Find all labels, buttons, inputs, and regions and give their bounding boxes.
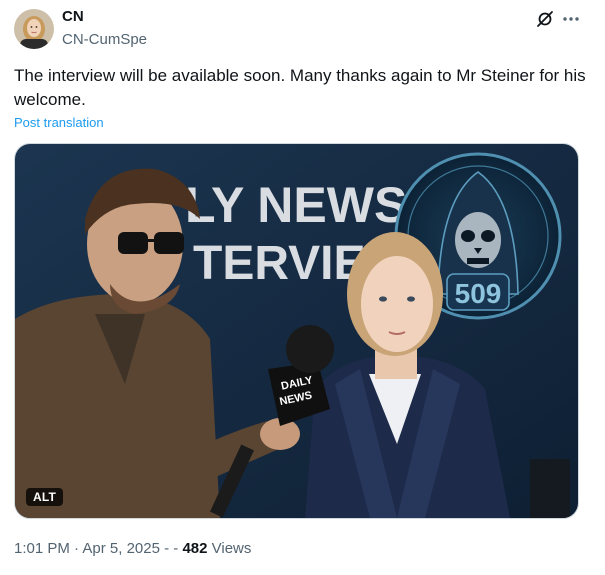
tweet-date[interactable]: Apr 5, 2025 [82,540,160,557]
interview-photo: LY NEWS TERVIEW 509 DAILY NEWS [15,144,578,518]
meta-separator-2: - - [159,540,183,557]
tweet-meta: 1:01 PM · Apr 5, 2025 - - 482 Views [14,540,251,557]
tweet: CN CN-CumSpe The interview will be avail… [0,0,605,575]
grok-icon[interactable] [534,8,556,30]
tweet-text: The interview will be available soon. Ma… [14,66,586,109]
views-count: 482 [182,540,208,557]
alt-badge[interactable]: ALT [26,488,64,506]
more-icon[interactable] [560,8,582,30]
banner-line1: LY NEWS [185,177,407,233]
tweet-time[interactable]: 1:01 PM [14,540,70,557]
author-name[interactable]: CN [62,8,84,25]
tweet-image[interactable]: LY NEWS TERVIEW 509 DAILY NEWS [14,143,579,519]
meta-separator: · [69,540,83,557]
logo-number: 509 [455,278,502,309]
views-label: Views [207,540,252,557]
post-translation-link[interactable]: Post translation [14,115,104,130]
author-handle[interactable]: CN-CumSpe [62,31,147,48]
avatar[interactable] [14,9,54,49]
